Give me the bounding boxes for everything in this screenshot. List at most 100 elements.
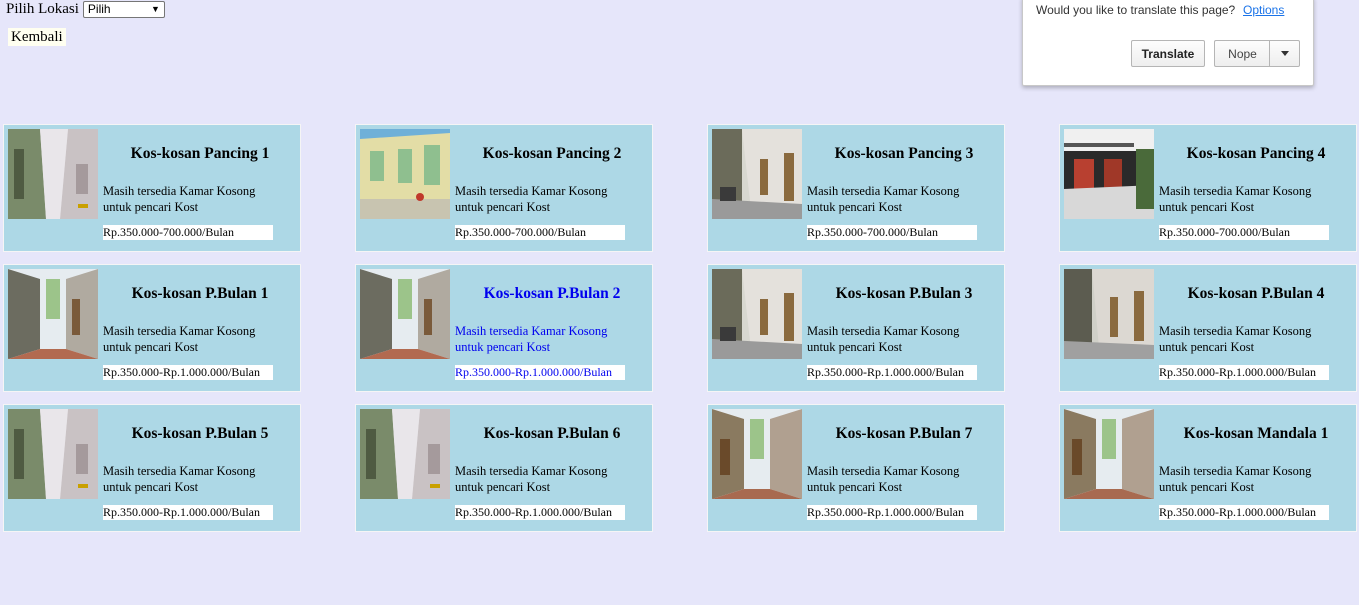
listing-description: Masih tersedia Kamar Kosong untuk pencari… [455,184,645,215]
listing-card[interactable]: Kos-kosan P.Bulan 1 Masih tersedia Kamar… [3,264,301,392]
listing-description: Masih tersedia Kamar Kosong untuk pencari… [103,184,293,215]
desc-line: Masih tersedia Kamar Kosong [455,184,608,198]
corridor-photo-icon [8,129,98,219]
listing-title[interactable]: Kos-kosan P.Bulan 1 [100,285,300,303]
listing-card[interactable]: Kos-kosan Pancing 3 Masih tersedia Kamar… [707,124,1005,252]
location-label: Pilih Lokasi [6,0,79,17]
nope-button[interactable]: Nope [1214,40,1270,67]
listing-photo[interactable] [360,409,450,499]
listing-price: Rp.350.000-Rp.1.000.000/Bulan [1159,505,1329,520]
translate-options-link[interactable]: Options [1243,3,1284,17]
corridor-photo-icon [360,269,450,359]
listing-card[interactable]: Kos-kosan P.Bulan 4 Masih tersedia Kamar… [1059,264,1357,392]
listing-card[interactable]: Kos-kosan P.Bulan 2 Masih tersedia Kamar… [355,264,653,392]
listing-price: Rp.350.000-Rp.1.000.000/Bulan [807,505,977,520]
listing-photo[interactable] [8,129,98,219]
listing-title[interactable]: Kos-kosan Mandala 1 [1156,425,1356,443]
building-photo-icon [360,129,450,219]
listing-title[interactable]: Kos-kosan Pancing 3 [804,145,1004,163]
listing-description: Masih tersedia Kamar Kosong untuk pencari… [103,324,293,355]
desc-line: untuk pencari Kost [807,199,903,214]
desc-line: untuk pencari Kost [103,199,199,214]
listing-title[interactable]: Kos-kosan P.Bulan 2 [452,285,652,303]
corridor-photo-icon [712,409,802,499]
corridor-photo-icon [360,409,450,499]
back-link[interactable]: Kembali [8,28,66,46]
listing-photo[interactable] [8,409,98,499]
translate-button[interactable]: Translate [1131,40,1205,67]
desc-line: Masih tersedia Kamar Kosong [807,184,960,198]
corridor-photo-icon [8,269,98,359]
building-photo-icon [712,269,802,359]
listing-price: Rp.350.000-700.000/Bulan [455,225,625,240]
listing-price: Rp.350.000-700.000/Bulan [807,225,977,240]
corridor-photo-icon [1064,409,1154,499]
listing-price: Rp.350.000-Rp.1.000.000/Bulan [103,505,273,520]
listing-photo[interactable] [8,269,98,359]
listing-description: Masih tersedia Kamar Kosong untuk pencari… [807,184,997,215]
desc-line: Masih tersedia Kamar Kosong [1159,464,1312,478]
listing-photo[interactable] [712,129,802,219]
listing-title[interactable]: Kos-kosan P.Bulan 7 [804,425,1004,443]
listing-title[interactable]: Kos-kosan P.Bulan 4 [1156,285,1356,303]
desc-line: Masih tersedia Kamar Kosong [807,464,960,478]
corridor-photo-icon [8,409,98,499]
listing-card[interactable]: Kos-kosan Mandala 1 Masih tersedia Kamar… [1059,404,1357,532]
listing-description: Masih tersedia Kamar Kosong untuk pencari… [1159,464,1349,495]
listing-title[interactable]: Kos-kosan Pancing 4 [1156,145,1356,163]
listing-price: Rp.350.000-700.000/Bulan [1159,225,1329,240]
building-photo-icon [712,129,802,219]
location-select[interactable]: Pilih ▼ [82,0,165,18]
listing-photo[interactable] [1064,269,1154,359]
listing-photo[interactable] [712,409,802,499]
desc-line: untuk pencari Kost [1159,479,1255,494]
listing-photo[interactable] [360,269,450,359]
desc-line: Masih tersedia Kamar Kosong [807,324,960,338]
listing-title[interactable]: Kos-kosan P.Bulan 3 [804,285,1004,303]
desc-line: untuk pencari Kost [455,199,551,214]
location-filter: Pilih Lokasi Pilih ▼ [6,0,165,18]
listing-price: Rp.350.000-Rp.1.000.000/Bulan [807,365,977,380]
listing-card[interactable]: Kos-kosan Pancing 1 Masih tersedia Kamar… [3,124,301,252]
desc-line: Masih tersedia Kamar Kosong [103,464,256,478]
listing-price: Rp.350.000-Rp.1.000.000/Bulan [455,365,625,380]
desc-line: untuk pencari Kost [455,479,551,494]
translate-more-button[interactable] [1269,40,1300,67]
listing-price: Rp.350.000-Rp.1.000.000/Bulan [103,365,273,380]
listing-description: Masih tersedia Kamar Kosong untuk pencari… [807,464,997,495]
listing-title[interactable]: Kos-kosan Pancing 2 [452,145,652,163]
listing-description: Masih tersedia Kamar Kosong untuk pencari… [103,464,293,495]
desc-line: untuk pencari Kost [455,339,551,354]
desc-line: untuk pencari Kost [1159,339,1255,354]
listing-photo[interactable] [1064,409,1154,499]
listing-card[interactable]: Kos-kosan P.Bulan 3 Masih tersedia Kamar… [707,264,1005,392]
listing-title[interactable]: Kos-kosan P.Bulan 5 [100,425,300,443]
listing-description: Masih tersedia Kamar Kosong untuk pencari… [455,464,645,495]
listing-price: Rp.350.000-700.000/Bulan [103,225,273,240]
desc-line: untuk pencari Kost [807,339,903,354]
location-select-value: Pilih [87,2,111,16]
desc-line: Masih tersedia Kamar Kosong [455,324,608,338]
desc-line: Masih tersedia Kamar Kosong [455,464,608,478]
desc-line: untuk pencari Kost [103,339,199,354]
listing-description: Masih tersedia Kamar Kosong untuk pencari… [455,324,645,355]
listing-description: Masih tersedia Kamar Kosong untuk pencari… [1159,184,1349,215]
listing-photo[interactable] [712,269,802,359]
listing-title[interactable]: Kos-kosan Pancing 1 [100,145,300,163]
desc-line: Masih tersedia Kamar Kosong [1159,324,1312,338]
listing-description: Masih tersedia Kamar Kosong untuk pencari… [807,324,997,355]
listing-card[interactable]: Kos-kosan Pancing 4 Masih tersedia Kamar… [1059,124,1357,252]
listing-photo[interactable] [1064,129,1154,219]
desc-line: Masih tersedia Kamar Kosong [1159,184,1312,198]
listing-photo[interactable] [360,129,450,219]
building-photo-icon [1064,129,1154,219]
listing-card[interactable]: Kos-kosan P.Bulan 5 Masih tersedia Kamar… [3,404,301,532]
listing-card[interactable]: Kos-kosan P.Bulan 7 Masih tersedia Kamar… [707,404,1005,532]
desc-line: untuk pencari Kost [103,479,199,494]
desc-line: Masih tersedia Kamar Kosong [103,324,256,338]
listing-card[interactable]: Kos-kosan Pancing 2 Masih tersedia Kamar… [355,124,653,252]
listing-card[interactable]: Kos-kosan P.Bulan 6 Masih tersedia Kamar… [355,404,653,532]
listing-price: Rp.350.000-Rp.1.000.000/Bulan [455,505,625,520]
listing-title[interactable]: Kos-kosan P.Bulan 6 [452,425,652,443]
chevron-down-icon [1280,51,1289,56]
